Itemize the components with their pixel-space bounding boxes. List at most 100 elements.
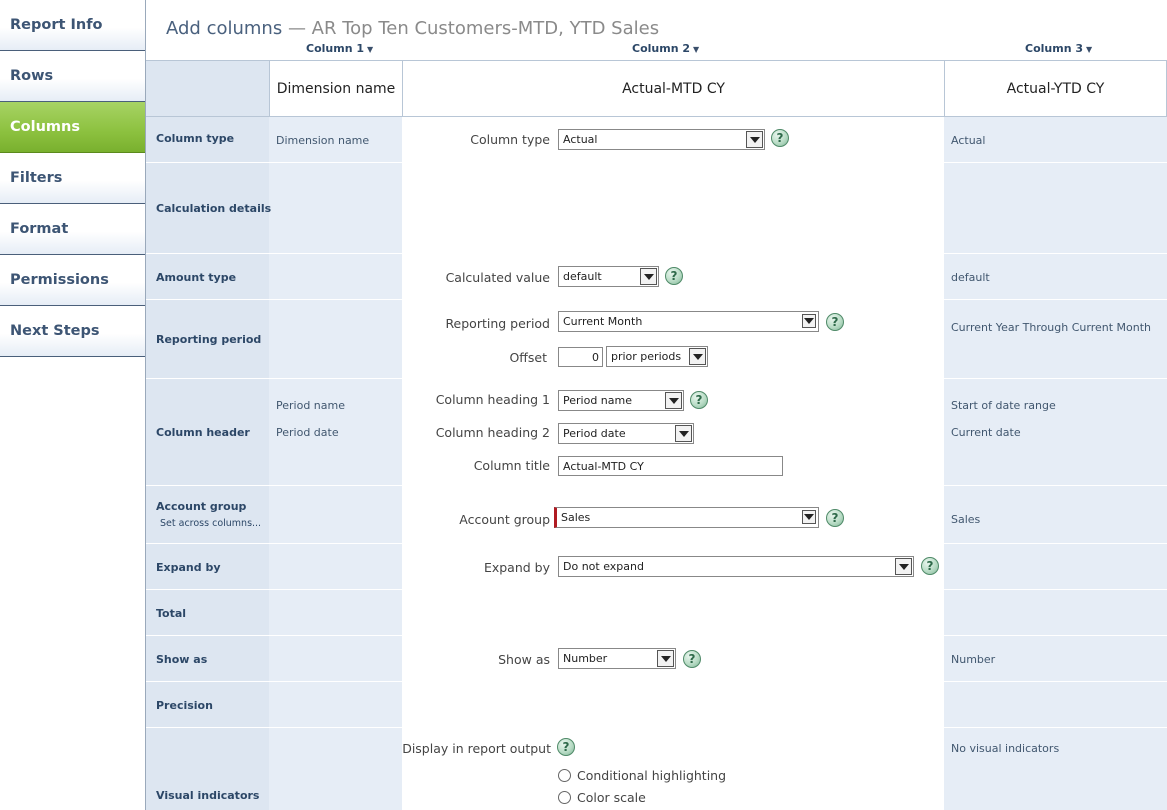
row-divider (944, 162, 1167, 163)
nav-item-filters[interactable]: Filters (0, 153, 145, 204)
page-title-main: Add columns (166, 18, 283, 39)
row-divider (269, 635, 402, 636)
nav-item-report-info[interactable]: Report Info (0, 0, 145, 51)
col3-heading-1-value: Start of date range (951, 399, 1056, 412)
column-3-menu[interactable]: Column 3 ▼ (1025, 42, 1092, 55)
column-3-title: Column 3 (1025, 42, 1084, 55)
row-divider (146, 543, 269, 544)
row-divider (944, 253, 1167, 254)
help-icon[interactable]: ? (826, 313, 844, 331)
row-divider (146, 727, 269, 728)
row-divider (269, 299, 402, 300)
row-divider (269, 485, 402, 486)
column-3-body (944, 117, 1167, 810)
chevron-down-icon (746, 131, 763, 148)
row-label-amount-type: Amount type (156, 271, 237, 284)
col1-heading-2-value: Period date (276, 426, 339, 439)
help-icon[interactable]: ? (683, 650, 701, 668)
offset-unit-value: prior periods (611, 350, 682, 363)
row-divider (944, 635, 1167, 636)
row-divider (944, 543, 1167, 544)
display-output-label: Display in report output (402, 741, 551, 756)
col3-heading-2-value: Current date (951, 426, 1021, 439)
row-label-column-type: Column type (156, 132, 235, 145)
row-label-show-as: Show as (156, 653, 208, 666)
row-divider (146, 635, 269, 636)
chevron-down-icon (802, 510, 816, 524)
chevron-down-icon: ▼ (1086, 45, 1093, 54)
col1-column-type-value: Dimension name (276, 134, 370, 147)
conditional-highlighting-label[interactable]: Conditional highlighting (577, 768, 726, 783)
col3-reporting-period-value: Current Year Through Current Month (951, 321, 1152, 334)
nav-item-rows[interactable]: Rows (0, 51, 145, 102)
nav-item-permissions[interactable]: Permissions (0, 255, 145, 306)
column-heading-1-value: Period name (563, 394, 632, 407)
chevron-down-icon (689, 348, 706, 365)
show-as-select[interactable]: Number (558, 648, 676, 669)
color-scale-radio[interactable] (558, 791, 571, 804)
conditional-highlighting-radio[interactable] (558, 769, 571, 782)
chevron-down-icon (665, 392, 682, 409)
row-divider (944, 485, 1167, 486)
column-heading-2-value: Period date (563, 427, 626, 440)
column-heading-1-label: Column heading 1 (435, 392, 550, 407)
expand-by-select[interactable]: Do not expand (558, 556, 914, 577)
expand-by-label: Expand by (483, 560, 550, 575)
row-label-reporting-period: Reporting period (156, 333, 262, 346)
chevron-down-icon: ▼ (693, 45, 700, 54)
row-divider (269, 162, 402, 163)
column-heading-2-label: Column heading 2 (435, 425, 550, 440)
row-divider (146, 485, 269, 486)
column-type-select[interactable]: Actual (558, 129, 765, 150)
row-label-total: Total (156, 607, 187, 620)
help-icon[interactable]: ? (826, 509, 844, 527)
column-heading-1-select[interactable]: Period name (558, 390, 684, 411)
row-divider (269, 727, 402, 728)
nav-item-format[interactable]: Format (0, 204, 145, 255)
calculated-value-value: default (563, 270, 602, 283)
account-group-label: Account group (459, 512, 550, 527)
nav-item-next-steps[interactable]: Next Steps (0, 306, 145, 357)
calculated-value-select[interactable]: default (558, 266, 659, 287)
chevron-down-icon (640, 268, 657, 285)
reporting-period-label: Reporting period (445, 316, 550, 331)
color-scale-label[interactable]: Color scale (577, 790, 646, 805)
set-across-columns-link[interactable]: Set across columns... (160, 518, 261, 529)
column-title-input[interactable]: Actual-MTD CY (558, 456, 783, 476)
expand-by-value: Do not expand (563, 560, 644, 573)
account-group-select[interactable]: Sales (554, 507, 819, 528)
col3-show-as-value: Number (951, 653, 996, 666)
row-divider (944, 299, 1167, 300)
col1-heading-1-value: Period name (276, 399, 345, 412)
column-1-title: Column 1 (306, 42, 365, 55)
help-icon[interactable]: ? (771, 129, 789, 147)
help-icon[interactable]: ? (665, 267, 683, 285)
column-1-menu[interactable]: Column 1 ▼ (306, 42, 373, 55)
offset-unit-select[interactable]: prior periods (606, 346, 708, 367)
column-heading-2-select[interactable]: Period date (558, 423, 694, 444)
row-divider (146, 162, 269, 163)
wizard-sidebar: Report Info Rows Columns Filters Format … (0, 0, 146, 810)
row-divider (944, 589, 1167, 590)
offset-input[interactable]: 0 (558, 347, 603, 367)
row-divider (146, 299, 269, 300)
help-icon[interactable]: ? (557, 738, 575, 756)
help-icon[interactable]: ? (921, 557, 939, 575)
nav-item-columns[interactable]: Columns (0, 102, 145, 153)
chevron-down-icon (675, 425, 692, 442)
row-label-column-header: Column header (156, 426, 250, 439)
row-divider (944, 681, 1167, 682)
chevron-down-icon: ▼ (367, 45, 374, 54)
row-divider (269, 681, 402, 682)
column-type-value: Actual (563, 133, 598, 146)
row-label-expand-by: Expand by (156, 561, 221, 574)
show-as-label: Show as (498, 652, 550, 667)
row-divider (269, 378, 402, 379)
calculated-value-label: Calculated value (445, 270, 550, 285)
column-title-label: Column title (473, 458, 550, 473)
column-2-menu[interactable]: Column 2 ▼ (632, 42, 699, 55)
column-type-label: Column type (470, 132, 550, 147)
help-icon[interactable]: ? (690, 391, 708, 409)
reporting-period-select[interactable]: Current Month (558, 311, 819, 332)
chevron-down-icon (895, 558, 912, 575)
